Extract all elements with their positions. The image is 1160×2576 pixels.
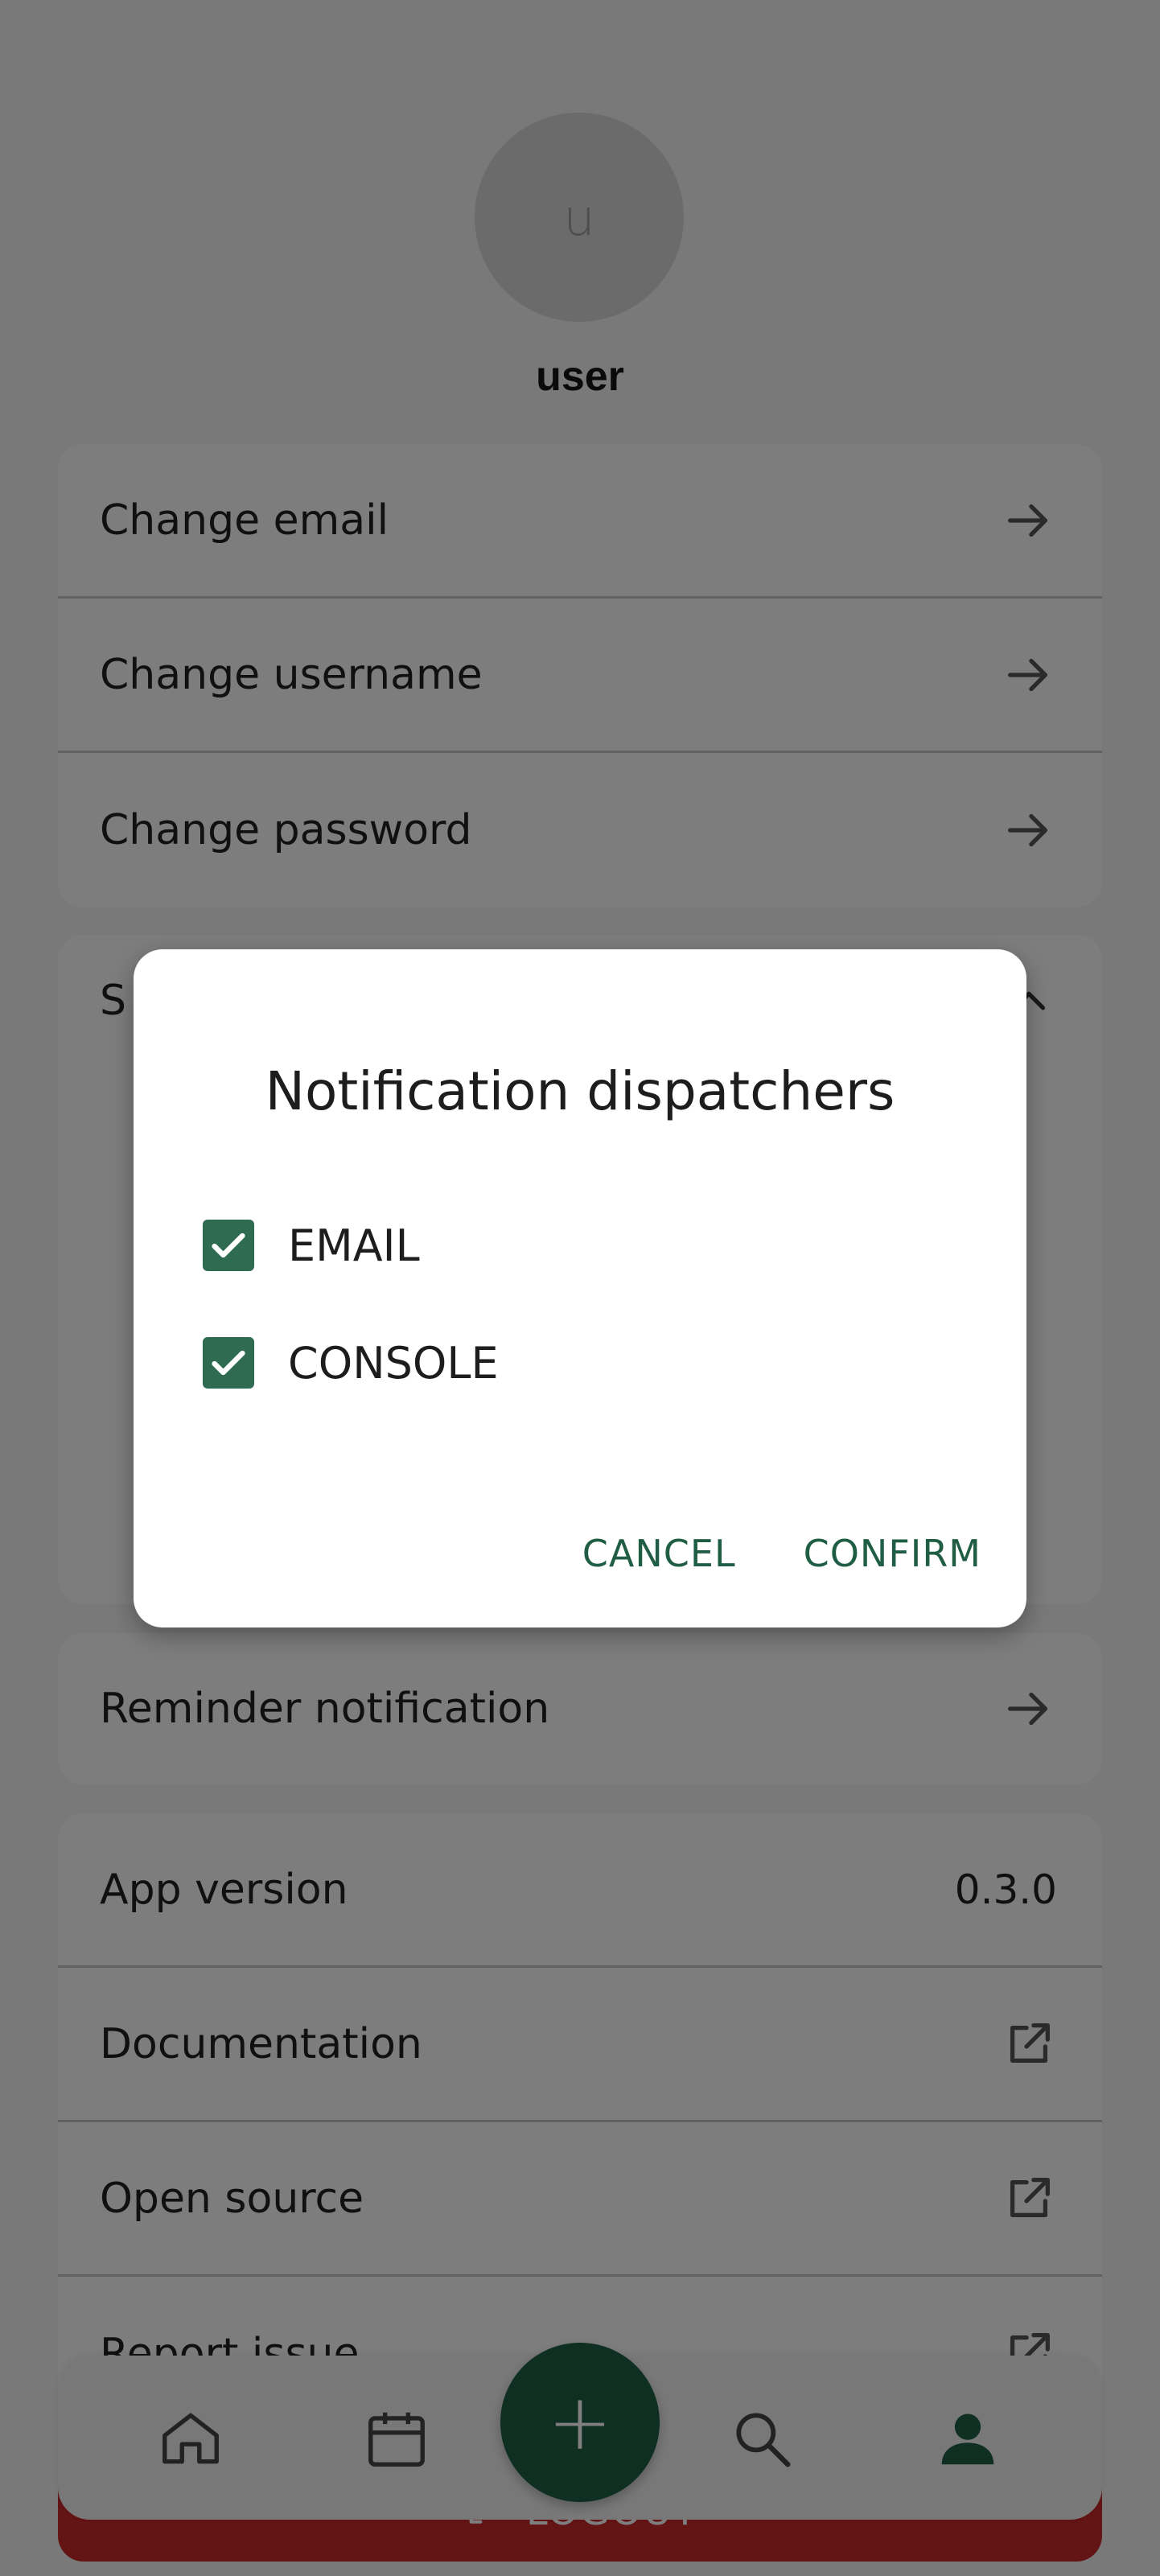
- console-checkbox[interactable]: [203, 1337, 254, 1389]
- confirm-button[interactable]: CONFIRM: [804, 1532, 981, 1575]
- console-option[interactable]: CONSOLE: [203, 1337, 499, 1389]
- profile-page: u user Change email Change username Chan…: [0, 0, 1160, 2576]
- dialog-actions: CANCEL CONFIRM: [582, 1532, 981, 1575]
- cancel-button[interactable]: CANCEL: [582, 1532, 736, 1575]
- notification-dispatchers-dialog: Notification dispatchers EMAIL CONSOLE C…: [134, 949, 1026, 1627]
- email-option-label: EMAIL: [288, 1220, 420, 1271]
- console-option-label: CONSOLE: [288, 1337, 499, 1389]
- email-checkbox[interactable]: [203, 1220, 254, 1271]
- email-option[interactable]: EMAIL: [203, 1220, 420, 1271]
- dialog-title: Notification dispatchers: [265, 1060, 895, 1122]
